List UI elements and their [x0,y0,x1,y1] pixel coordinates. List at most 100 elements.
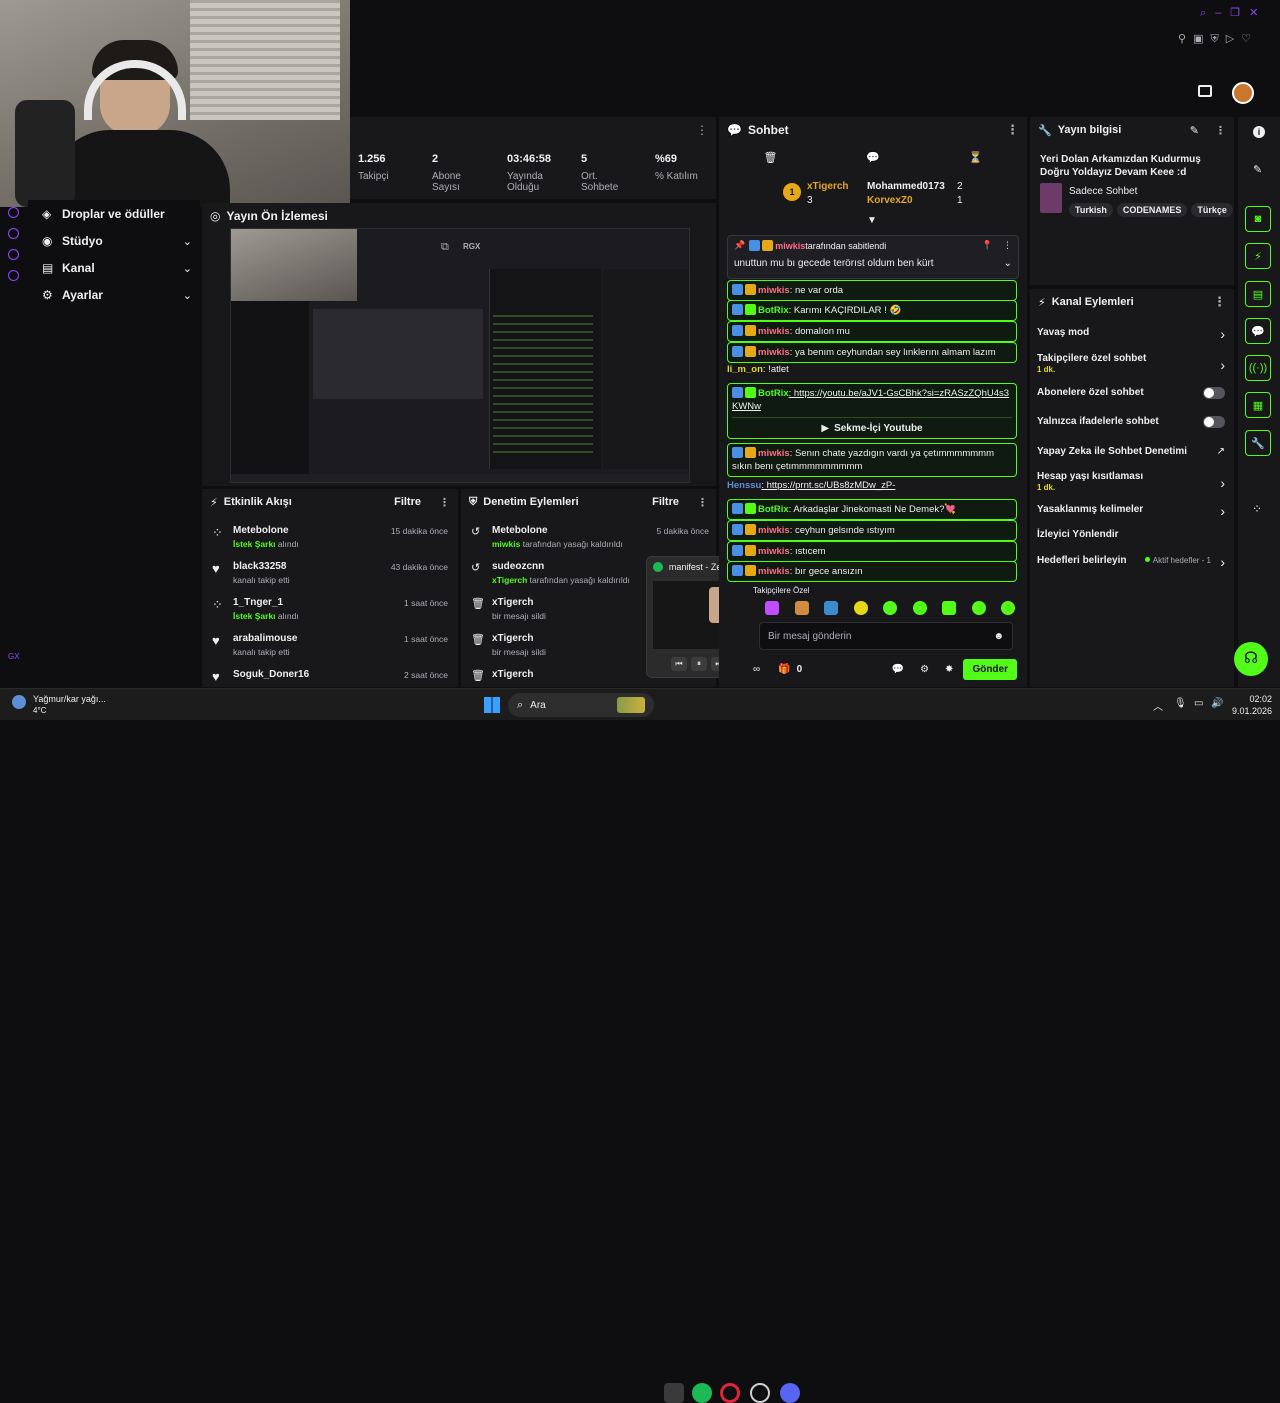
emote-icon[interactable] [942,601,956,615]
moderation-actor[interactable]: xTigerch [492,575,527,585]
activity-row[interactable]: ♥ arabalimouse 1 saat önce kanalı takip ett… [212,631,448,663]
pinned-menu-icon[interactable]: ⋮ [1003,240,1012,251]
activity-row[interactable]: ♥ black33258 43 dakika önce kanalı takip et… [212,559,448,591]
chat-message[interactable]: BotRix: https://youtu.be/aJV1-GsCBhk?si=… [727,383,1017,439]
close-icon[interactable]: ✕ [1249,7,1267,19]
activity-menu-icon[interactable]: ⋮ [439,496,450,509]
chat-message[interactable]: miwkis: domalıon mu [727,321,1017,342]
shield-icon[interactable]: ⛨ [1210,33,1225,45]
preview-video[interactable]: ⧉ RGX [230,228,690,483]
restore-icon[interactable]: ❐ [1230,7,1249,19]
chat-username[interactable]: miwkis [758,546,790,557]
pin-icon[interactable]: ⚲ [1178,33,1193,45]
leader-name[interactable]: xTigerch [807,181,849,192]
chat-message[interactable]: miwkis: ne var orda [727,280,1017,301]
trash-icon[interactable]: 🗑 [763,151,777,164]
chat-username[interactable]: miwkis [758,285,790,296]
rail-bolt-button[interactable]: ⚡ [1245,243,1271,269]
pause-icon[interactable]: ⏸ [691,657,707,671]
emote-icon[interactable] [824,601,838,615]
tag[interactable]: CODENAMES [1116,203,1188,217]
chat-message[interactable]: miwkis: ceyhun gelsınde ıstıyım [727,520,1017,541]
rail-card-button[interactable]: ▦ [1245,392,1271,418]
emote-icon[interactable] [853,601,868,615]
taskbar-search[interactable]: ⌕ Ara [508,693,654,717]
pinned-user[interactable]: miwkis [775,241,805,251]
channel-action-row[interactable]: Takipçilere özel sohbet 1 dk. › [1037,353,1225,377]
sidebar-item-settings[interactable]: ⚙ Ayarlar ⌄ [42,288,192,302]
moderation-user[interactable]: xTigerch [492,669,534,680]
popout-icon[interactable]: ⧉ [441,241,449,254]
send-button[interactable]: Gönder [963,658,1017,680]
activity-row[interactable]: ⁘ 1_Tnger_1 1 saat önce İstek Şarkı alındı [212,595,448,627]
rail-dots-icon[interactable]: ⁘ [1252,502,1262,516]
network-icon[interactable]: ▭ [1194,698,1203,709]
play-icon[interactable]: ▷ [1226,33,1241,45]
chat-username[interactable]: BotRix [758,305,789,316]
channel-action-row[interactable]: Yalnızca ifadelerle sohbet [1037,416,1225,440]
avatar[interactable] [1232,82,1254,104]
moderation-menu-icon[interactable]: ⋮ [697,496,708,509]
chat-message[interactable]: miwkis: bır gece ansızın [727,561,1017,582]
category-thumb[interactable] [1040,183,1062,213]
channel-actions-menu-icon[interactable]: ⋮ [1213,294,1226,310]
opera-gx-icon[interactable] [720,1383,740,1403]
collapse-icon[interactable]: ▼ [867,215,877,226]
rail-camera-button[interactable]: ◙ [1245,206,1271,232]
chevron-down-icon[interactable]: ⌄ [1004,258,1012,269]
activity-user[interactable]: Metebolone [233,525,289,536]
gift-box-icon[interactable]: 🎁 [778,664,790,675]
gear-icon[interactable]: ⚙ [920,664,929,675]
activity-row[interactable]: ⁘ Metebolone 15 dakika önce İstek Şarkı alı… [212,523,448,555]
chat-username[interactable]: miwkis [758,448,790,459]
weather-icon[interactable] [12,695,26,709]
discord-icon[interactable] [780,1383,800,1403]
heart-icon[interactable]: ♡ [1241,33,1258,45]
chat-menu-icon[interactable]: ⋮ [1006,122,1019,138]
pencil-icon[interactable]: ✎ [1253,163,1262,176]
chat-username[interactable]: miwkis [758,347,790,358]
chat-username[interactable]: BotRix [758,504,789,515]
snapshot-icon[interactable]: ▣ [1193,33,1210,45]
activity-user[interactable]: black33258 [233,561,286,572]
hourglass-icon[interactable]: ⏳ [969,151,983,164]
minimize-icon[interactable]: – [1215,7,1230,19]
sidebar-item-channel[interactable]: ▤ Kanal ⌄ [42,261,192,275]
chat-username[interactable]: miwkis [758,566,790,577]
chat-username[interactable]: li_m_on [727,364,763,375]
rail-chat-button[interactable]: 💬 [1245,318,1271,344]
prev-track-icon[interactable]: ⏮ [671,657,687,671]
clock-time[interactable]: 02:02 [1220,694,1272,704]
spotify-taskbar-icon[interactable] [692,1383,712,1403]
emote-icon[interactable] [794,601,809,615]
rgx-label[interactable]: RGX [463,242,480,251]
chat-message[interactable]: BotRix: Karımı KAÇIRDILAR ! 🤣 [727,300,1017,321]
info-icon[interactable]: i [1253,126,1265,138]
moderation-filter-button[interactable]: Filtre [652,496,679,508]
mic-icon[interactable]: 🎙 [1174,698,1187,709]
channel-action-row[interactable]: Abonelere özel sohbet [1037,387,1225,411]
rail-icon[interactable] [8,228,19,239]
leader-name[interactable]: Mohammed0173 [867,181,945,192]
stream-info-menu-icon[interactable]: ⋮ [1215,124,1226,137]
emote-icon[interactable] [971,601,986,615]
clock-date[interactable]: 9.01.2026 [1210,706,1272,716]
chat-settings-bubble-icon[interactable]: 💬 [892,664,904,675]
edit-icon[interactable]: ✎ [1190,124,1199,137]
rail-icon[interactable] [8,270,19,281]
chat-message[interactable]: BotRix: Arkadaşlar Jinekomasti Ne Demek?… [727,499,1017,520]
leader-name[interactable]: KorvexZ0 [867,195,913,206]
moderation-user[interactable]: sudeozcnn [492,561,544,572]
activity-user[interactable]: Soguk_Doner16 [233,669,309,680]
activity-filter-button[interactable]: Filtre [394,496,421,508]
moderation-row[interactable]: ↺ Metebolone 5 dakika önce miwkis tarafında… [471,523,709,555]
emote-icon[interactable] [912,601,927,615]
rail-icon[interactable] [8,207,19,218]
badge-star-icon[interactable]: ✸ [945,664,953,675]
rail-wrench-button[interactable]: 🔧 [1245,430,1271,456]
channel-action-row[interactable]: Hesap yaşı kısıtlaması 1 dk. › [1037,471,1225,495]
chat-message[interactable]: miwkis: ya benım ceyhundan sey lınklerın… [727,342,1017,363]
unpin-icon[interactable]: 📍 [982,240,993,251]
chat-input[interactable]: Bir mesaj gönderin ☻ [759,622,1013,650]
moderation-user[interactable]: xTigerch [492,633,534,644]
